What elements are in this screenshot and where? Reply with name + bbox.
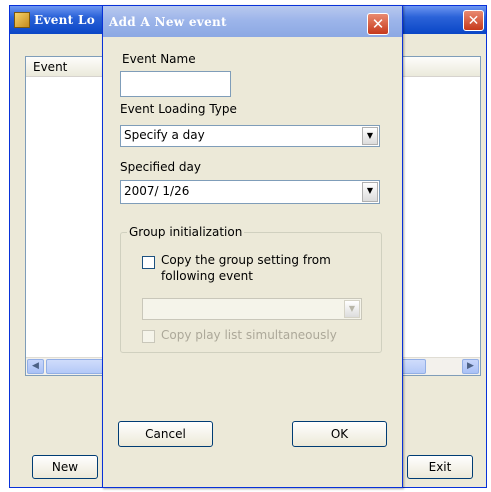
chevron-down-icon[interactable]: ▼: [344, 300, 360, 318]
copy-playlist-checkbox[interactable]: [142, 330, 155, 343]
copy-playlist-label: Copy play list simultaneously: [161, 328, 337, 342]
group-initialization-legend: Group initialization: [127, 225, 245, 239]
loading-type-value: Specify a day: [124, 128, 205, 142]
arrow-left-icon: ◀: [32, 361, 39, 371]
add-event-dialog: Add A New event ✕ Event Name Event Loadi…: [102, 5, 403, 488]
new-button[interactable]: New: [32, 455, 98, 479]
event-name-input[interactable]: [120, 71, 231, 97]
loading-type-label: Event Loading Type: [120, 102, 237, 116]
main-window-title: Event Lo: [34, 13, 96, 27]
arrow-right-icon: ▶: [467, 361, 474, 371]
specified-day-value: 2007/ 1/26: [124, 184, 190, 198]
dialog-close-button[interactable]: ✕: [367, 13, 389, 35]
chevron-down-icon[interactable]: ▼: [362, 182, 378, 202]
chevron-down-icon[interactable]: ▼: [362, 127, 378, 145]
source-event-select[interactable]: ▼: [142, 298, 362, 320]
main-close-button[interactable]: ✕: [463, 10, 484, 31]
copy-group-label-line2: following event: [161, 269, 253, 283]
dialog-title: Add A New event: [109, 15, 227, 29]
ok-button[interactable]: OK: [292, 421, 387, 447]
copy-group-checkbox[interactable]: [142, 256, 155, 269]
specified-day-label: Specified day: [120, 160, 201, 174]
specified-day-picker[interactable]: 2007/ 1/26 ▼: [120, 180, 380, 204]
event-name-label: Event Name: [122, 52, 196, 66]
event-column-label: Event: [33, 60, 68, 74]
close-icon: ✕: [467, 13, 480, 29]
group-initialization-box: Group initialization Copy the group sett…: [120, 225, 382, 353]
cancel-button[interactable]: Cancel: [118, 421, 213, 447]
scroll-left-button[interactable]: ◀: [27, 359, 44, 374]
scroll-right-button[interactable]: ▶: [462, 359, 479, 374]
loading-type-select[interactable]: Specify a day ▼: [120, 125, 380, 147]
app-icon: [14, 12, 30, 28]
dialog-title-bar[interactable]: Add A New event ✕: [103, 6, 402, 37]
exit-button[interactable]: Exit: [407, 455, 473, 479]
close-icon: ✕: [371, 15, 385, 33]
copy-group-label-line1: Copy the group setting from: [161, 253, 331, 267]
